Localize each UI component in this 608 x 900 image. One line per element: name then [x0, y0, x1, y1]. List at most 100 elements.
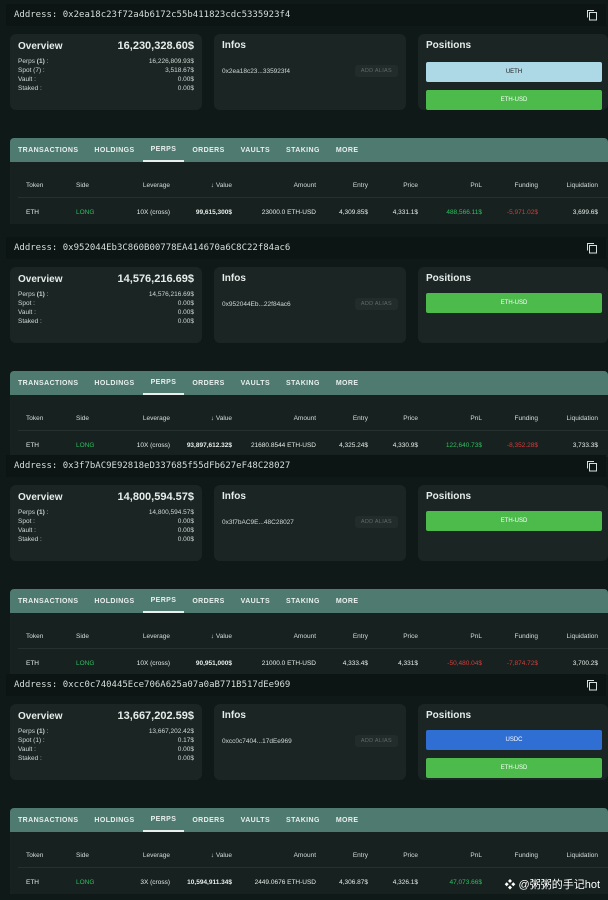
- tab-staking[interactable]: STAKING: [278, 138, 328, 162]
- infos-title: Infos: [222, 273, 246, 284]
- positions-card: Positions USDC ETH-USD: [418, 704, 608, 780]
- header-value[interactable]: ↓ Value: [190, 852, 232, 859]
- header-leverage[interactable]: Leverage: [130, 415, 170, 422]
- staked-row: Staked : 0.00$: [18, 536, 194, 543]
- tab-more[interactable]: MORE: [328, 808, 367, 832]
- add-alias-button[interactable]: ADD ALIAS: [354, 65, 398, 77]
- spot-value: 0.00$: [177, 300, 194, 307]
- position-eth-usd-button[interactable]: ETH-USD: [426, 511, 602, 531]
- positions-title: Positions: [426, 40, 472, 51]
- vault-label: Vault :: [18, 527, 36, 534]
- vault-row: Vault : 0.00$: [18, 527, 194, 534]
- header-leverage[interactable]: Leverage: [130, 633, 170, 640]
- header-price[interactable]: Price: [380, 852, 418, 859]
- add-alias-button[interactable]: ADD ALIAS: [354, 298, 398, 310]
- tab-staking[interactable]: STAKING: [278, 371, 328, 395]
- position-eth-usd-button[interactable]: ETH-USD: [426, 90, 602, 110]
- tab-vaults[interactable]: VAULTS: [233, 371, 278, 395]
- position-eth-usd-button[interactable]: ETH-USD: [426, 293, 602, 313]
- header-value[interactable]: ↓ Value: [190, 633, 232, 640]
- cell-amount: 23000.0 ETH-USD: [261, 209, 316, 216]
- position-ueth-button[interactable]: UETH: [426, 62, 602, 82]
- cell-pnl: 47,073.66$: [449, 879, 482, 886]
- tab-orders[interactable]: ORDERS: [184, 589, 232, 613]
- header-price[interactable]: Price: [380, 633, 418, 640]
- tab-perps[interactable]: PERPS: [142, 371, 185, 395]
- header-pnl[interactable]: PnL: [426, 633, 482, 640]
- header-entry[interactable]: Entry: [328, 633, 368, 640]
- header-value[interactable]: ↓ Value: [190, 182, 232, 189]
- staked-label: Staked :: [18, 318, 42, 325]
- copy-icon[interactable]: [586, 9, 598, 21]
- cell-token: ETH: [26, 660, 39, 667]
- spot-row: Spot (7) : 3,518.67$: [18, 67, 194, 74]
- copy-icon[interactable]: [586, 679, 598, 691]
- wallet-address: Address: 0x3f7bAC9E92818eD337685f55dFb62…: [14, 461, 291, 471]
- header-entry[interactable]: Entry: [328, 182, 368, 189]
- tab-transactions[interactable]: TRANSACTIONS: [10, 808, 86, 832]
- position-usdc-button[interactable]: USDC: [426, 730, 602, 750]
- tab-more[interactable]: MORE: [328, 371, 367, 395]
- tab-orders[interactable]: ORDERS: [184, 371, 232, 395]
- header-leverage[interactable]: Leverage: [130, 852, 170, 859]
- perps-table: Token Side Leverage ↓ Value Amount Entry…: [10, 162, 608, 224]
- tab-staking[interactable]: STAKING: [278, 808, 328, 832]
- header-amount[interactable]: Amount: [254, 182, 316, 189]
- perps-label: Perps (1) :: [18, 509, 49, 516]
- tab-perps[interactable]: PERPS: [142, 589, 185, 613]
- copy-icon[interactable]: [586, 242, 598, 254]
- header-pnl[interactable]: PnL: [426, 852, 482, 859]
- perps-table: Token Side Leverage ↓ Value Amount Entry…: [10, 613, 608, 675]
- header-price[interactable]: Price: [380, 182, 418, 189]
- short-address: 0x3f7bAC9E...48C28027: [222, 518, 294, 526]
- add-alias-button[interactable]: ADD ALIAS: [354, 735, 398, 747]
- spot-label: Spot (1) :: [18, 737, 45, 744]
- tab-holdings[interactable]: HOLDINGS: [86, 589, 142, 613]
- header-amount[interactable]: Amount: [254, 415, 316, 422]
- tab-holdings[interactable]: HOLDINGS: [86, 808, 142, 832]
- address-bar: Address: 0x2ea18c23f72a4b6172c55b411823c…: [6, 4, 606, 26]
- header-pnl[interactable]: PnL: [426, 182, 482, 189]
- tab-vaults[interactable]: VAULTS: [233, 589, 278, 613]
- header-liquidation[interactable]: Liquidation: [546, 415, 598, 422]
- cell-price: 4,331.1$: [392, 209, 418, 216]
- perps-row: Perps (1) : 14,800,594.57$: [18, 509, 194, 516]
- tab-perps[interactable]: PERPS: [142, 138, 185, 162]
- header-funding[interactable]: Funding: [496, 633, 539, 640]
- tab-transactions[interactable]: TRANSACTIONS: [10, 371, 86, 395]
- header-leverage[interactable]: Leverage: [130, 182, 170, 189]
- header-amount[interactable]: Amount: [254, 633, 316, 640]
- tab-perps[interactable]: PERPS: [142, 808, 185, 832]
- tab-transactions[interactable]: TRANSACTIONS: [10, 589, 86, 613]
- tab-orders[interactable]: ORDERS: [184, 808, 232, 832]
- add-alias-button[interactable]: ADD ALIAS: [354, 516, 398, 528]
- header-value[interactable]: ↓ Value: [190, 415, 232, 422]
- header-liquidation[interactable]: Liquidation: [546, 852, 598, 859]
- staked-label: Staked :: [18, 536, 42, 543]
- header-entry[interactable]: Entry: [328, 852, 368, 859]
- tab-vaults[interactable]: VAULTS: [233, 138, 278, 162]
- tab-more[interactable]: MORE: [328, 589, 367, 613]
- tab-staking[interactable]: STAKING: [278, 589, 328, 613]
- position-eth-usd-button[interactable]: ETH-USD: [426, 758, 602, 778]
- copy-icon[interactable]: [586, 460, 598, 472]
- header-entry[interactable]: Entry: [328, 415, 368, 422]
- tab-vaults[interactable]: VAULTS: [233, 808, 278, 832]
- tab-bar: TRANSACTIONS HOLDINGS PERPS ORDERS VAULTS STA…: [10, 371, 608, 395]
- tab-holdings[interactable]: HOLDINGS: [86, 371, 142, 395]
- tab-more[interactable]: MORE: [328, 138, 367, 162]
- header-liquidation[interactable]: Liquidation: [546, 182, 598, 189]
- header-pnl[interactable]: PnL: [426, 415, 482, 422]
- staked-row: Staked : 0.00$: [18, 85, 194, 92]
- overview-card: Overview 13,667,202.59$ Perps (1) : 13,6…: [10, 704, 202, 780]
- header-funding[interactable]: Funding: [496, 182, 539, 189]
- header-funding[interactable]: Funding: [496, 852, 539, 859]
- tab-holdings[interactable]: HOLDINGS: [86, 138, 142, 162]
- header-liquidation[interactable]: Liquidation: [546, 633, 598, 640]
- header-funding[interactable]: Funding: [496, 415, 539, 422]
- header-price[interactable]: Price: [380, 415, 418, 422]
- tab-transactions[interactable]: TRANSACTIONS: [10, 138, 86, 162]
- header-amount[interactable]: Amount: [254, 852, 316, 859]
- tab-orders[interactable]: ORDERS: [184, 138, 232, 162]
- header-token: Token: [26, 852, 44, 859]
